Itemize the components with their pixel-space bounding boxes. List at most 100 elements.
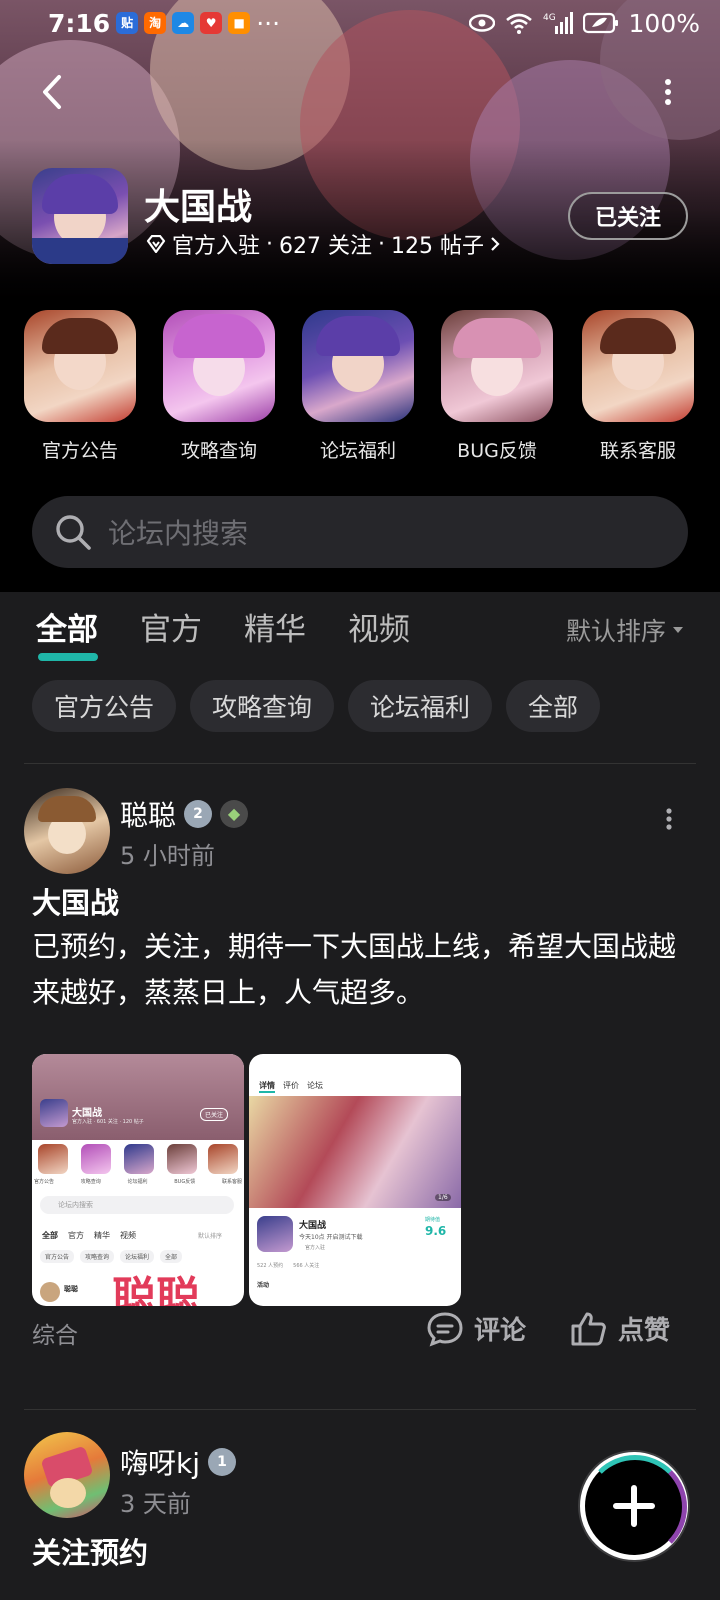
more-notifications-icon: ···: [256, 8, 281, 38]
tab-featured[interactable]: 精华: [244, 604, 306, 649]
eye-icon: [468, 14, 495, 32]
post-count: 125 帖子: [391, 234, 485, 259]
level-badge-icon: 1: [208, 1448, 236, 1476]
thumb-tab: 详情: [259, 1080, 275, 1093]
shortcut-icon: [441, 310, 553, 422]
follow-count: 627 关注: [279, 234, 373, 259]
thumb-follows: 566 人关注: [293, 1263, 320, 1269]
medal-badge-icon: ◆: [220, 800, 249, 828]
thumb-stats: 官方入驻 · 601 关注 · 120 帖子: [72, 1119, 144, 1125]
active-tab-indicator: [38, 653, 98, 661]
shortcut-bug-report[interactable]: BUG反馈: [441, 310, 553, 463]
comment-icon: [427, 1311, 463, 1347]
comment-button[interactable]: 评论: [426, 1310, 526, 1347]
post-author[interactable]: 聪聪 2 ◆: [120, 794, 249, 834]
tab-all[interactable]: 全部: [36, 604, 98, 661]
caret-down-icon: [673, 627, 684, 633]
chip-announcements[interactable]: 官方公告: [32, 680, 177, 732]
battery-level: 100%: [628, 8, 700, 38]
separator-dot: ·: [266, 231, 274, 257]
notification-icon: 淘: [144, 12, 167, 34]
shortcut-benefits[interactable]: 论坛福利: [302, 310, 414, 463]
sort-dropdown[interactable]: 默认排序: [566, 612, 684, 648]
chip-guides[interactable]: 攻略查询: [190, 680, 335, 732]
thumb-activity: 活动: [257, 1282, 270, 1289]
shortcut-row: 官方公告 攻略查询 论坛福利 BUG反馈 联系客服: [0, 310, 720, 463]
thumb-shortcut-label: 攻略查询: [80, 1179, 101, 1185]
thumbs-up-icon: [571, 1312, 606, 1345]
author-name: 嗨呀kj: [120, 1447, 200, 1480]
thumb-verified: 官方入驻: [305, 1245, 326, 1251]
thumb-shortcut-label: 联系客服: [221, 1179, 242, 1185]
tab-official[interactable]: 官方: [140, 604, 202, 649]
tab-label: 精华: [244, 612, 306, 648]
like-button[interactable]: 点赞: [570, 1310, 670, 1347]
thumb-score-label: 期待值: [425, 1217, 441, 1223]
comment-label: 评论: [474, 1316, 527, 1346]
thumb-score: 9.6: [425, 1224, 447, 1238]
thumb-shortcut-label: 论坛福利: [127, 1179, 148, 1185]
feed-tabs: 全部 官方 精华 视频 默认排序: [0, 604, 720, 664]
search-input[interactable]: 论坛内搜索: [108, 512, 248, 552]
tab-label: 官方: [140, 612, 202, 648]
avatar[interactable]: [24, 788, 110, 874]
more-vertical-icon: [666, 808, 672, 830]
shortcut-announcements[interactable]: 官方公告: [24, 310, 136, 463]
fab-ring: [583, 1455, 687, 1559]
avatar[interactable]: [24, 1432, 110, 1518]
post-image[interactable]: 详情 评价 论坛 1/6 大国战 今天10点 开启测试下载 官方入驻 期待值 9…: [249, 1054, 461, 1306]
status-bar: 7:16 贴 淘 ☁ ♥ ■ ··· 4G 100%: [0, 0, 720, 46]
chevron-right-icon: [491, 237, 500, 251]
level-number: 2: [193, 806, 203, 822]
tab-label: 全部: [36, 612, 98, 648]
thumb-shortcut-label: 官方公告: [34, 1179, 55, 1185]
level-number: 1: [217, 1454, 227, 1470]
post-image[interactable]: 大国战 官方入驻 · 601 关注 · 120 帖子 已关注 官方公告 攻略查询…: [32, 1054, 244, 1306]
thumb-launch-note: 今天10点 开启测试下载: [299, 1234, 363, 1241]
thumb-sort: 默认排序: [198, 1233, 223, 1240]
forum-stats[interactable]: 官方入驻 · 627 关注 · 125 帖子: [146, 228, 500, 260]
notification-icon: ♥: [200, 12, 223, 34]
post-author[interactable]: 嗨呀kj 1: [120, 1442, 236, 1482]
thumb-tab: 精华: [94, 1231, 110, 1240]
search-icon: [56, 515, 91, 550]
chip-all[interactable]: 全部: [506, 680, 601, 732]
thumb-author: 聪聪: [64, 1285, 78, 1293]
chip-benefits[interactable]: 论坛福利: [348, 680, 493, 732]
thumb-page-indicator: 1/6: [435, 1194, 451, 1201]
sort-label: 默认排序: [566, 617, 667, 646]
status-time: 7:16: [48, 8, 111, 38]
tab-label: 视频: [348, 612, 410, 648]
search-bar[interactable]: 论坛内搜索: [32, 496, 688, 568]
follow-button[interactable]: 已关注: [568, 192, 688, 240]
author-name: 聪聪: [120, 799, 177, 832]
more-options-button[interactable]: [650, 72, 686, 112]
thumb-game-name: 大国战: [299, 1221, 327, 1231]
shortcut-label: 官方公告: [41, 440, 118, 462]
post-body: 已预约，关注，期待一下大国战上线，希望大国战越来越好，蒸蒸日上，人气超多。: [32, 930, 677, 1009]
post-card[interactable]: 聪聪 2 ◆ 5 小时前 大国战 已预约，关注，期待一下大国战上线，希望大国战越…: [0, 764, 720, 1409]
shortcut-customer-service[interactable]: 联系客服: [582, 310, 694, 463]
shortcut-icon: [582, 310, 694, 422]
forum-header: 7:16 贴 淘 ☁ ♥ ■ ··· 4G 100% 大国战 官方入驻 · 62…: [0, 0, 720, 592]
post-time: 3 天前: [120, 1490, 191, 1518]
thumb-shortcut-label: BUG反馈: [174, 1179, 196, 1185]
verified-label: 官方入驻: [172, 234, 261, 259]
create-post-button[interactable]: [580, 1452, 688, 1560]
back-button[interactable]: [34, 70, 70, 114]
category-chips: 官方公告 攻略查询 论坛福利 全部: [32, 680, 601, 732]
shortcut-icon: [302, 310, 414, 422]
signal-icon: 4G: [543, 12, 573, 34]
post-more-button[interactable]: [654, 804, 684, 834]
wifi-icon: [505, 13, 532, 34]
thumb-chip: 官方公告: [40, 1250, 75, 1263]
thumb-tab: 全部: [42, 1231, 58, 1240]
separator-dot: ·: [378, 231, 386, 257]
post-category: 综合: [32, 1323, 78, 1349]
battery-icon: [582, 12, 618, 34]
tab-video[interactable]: 视频: [348, 604, 410, 649]
thumb-search: 论坛内搜索: [40, 1196, 234, 1214]
notification-icon: 贴: [116, 12, 139, 34]
post-title: 大国战: [32, 886, 120, 920]
shortcut-guides[interactable]: 攻略查询: [163, 310, 275, 463]
